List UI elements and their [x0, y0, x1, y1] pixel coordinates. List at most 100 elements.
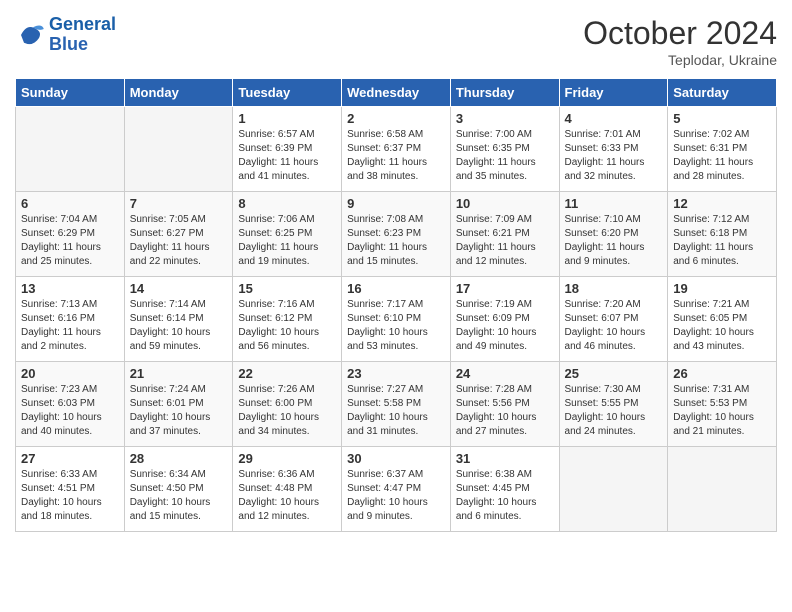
- day-info: Sunrise: 7:13 AMSunset: 6:16 PMDaylight:…: [21, 298, 119, 354]
- calendar-week-2: 6 Sunrise: 7:04 AMSunset: 6:29 PMDayligh…: [16, 192, 777, 277]
- col-header-friday: Friday: [559, 79, 668, 107]
- day-info: Sunrise: 7:21 AMSunset: 6:05 PMDaylight:…: [673, 298, 771, 354]
- day-info: Sunrise: 7:06 AMSunset: 6:25 PMDaylight:…: [238, 213, 336, 269]
- month-title: October 2024: [583, 15, 777, 52]
- day-number: 20: [21, 366, 119, 381]
- day-number: 17: [456, 281, 554, 296]
- calendar-cell: 11 Sunrise: 7:10 AMSunset: 6:20 PMDaylig…: [559, 192, 668, 277]
- calendar-week-5: 27 Sunrise: 6:33 AMSunset: 4:51 PMDaylig…: [16, 447, 777, 532]
- page-header: General Blue October 2024 Teplodar, Ukra…: [15, 15, 777, 68]
- title-block: October 2024 Teplodar, Ukraine: [583, 15, 777, 68]
- calendar-cell: 3 Sunrise: 7:00 AMSunset: 6:35 PMDayligh…: [450, 107, 559, 192]
- day-number: 6: [21, 196, 119, 211]
- day-number: 19: [673, 281, 771, 296]
- day-info: Sunrise: 6:34 AMSunset: 4:50 PMDaylight:…: [130, 468, 228, 524]
- calendar-cell: [16, 107, 125, 192]
- col-header-sunday: Sunday: [16, 79, 125, 107]
- day-number: 9: [347, 196, 445, 211]
- day-number: 16: [347, 281, 445, 296]
- day-info: Sunrise: 6:33 AMSunset: 4:51 PMDaylight:…: [21, 468, 119, 524]
- calendar-week-3: 13 Sunrise: 7:13 AMSunset: 6:16 PMDaylig…: [16, 277, 777, 362]
- day-info: Sunrise: 7:00 AMSunset: 6:35 PMDaylight:…: [456, 128, 554, 184]
- day-number: 2: [347, 111, 445, 126]
- col-header-tuesday: Tuesday: [233, 79, 342, 107]
- calendar-cell: 7 Sunrise: 7:05 AMSunset: 6:27 PMDayligh…: [124, 192, 233, 277]
- col-header-monday: Monday: [124, 79, 233, 107]
- day-number: 1: [238, 111, 336, 126]
- day-info: Sunrise: 7:30 AMSunset: 5:55 PMDaylight:…: [565, 383, 663, 439]
- day-info: Sunrise: 7:16 AMSunset: 6:12 PMDaylight:…: [238, 298, 336, 354]
- col-header-thursday: Thursday: [450, 79, 559, 107]
- day-number: 23: [347, 366, 445, 381]
- calendar-cell: 4 Sunrise: 7:01 AMSunset: 6:33 PMDayligh…: [559, 107, 668, 192]
- day-number: 28: [130, 451, 228, 466]
- calendar-cell: 2 Sunrise: 6:58 AMSunset: 6:37 PMDayligh…: [342, 107, 451, 192]
- day-number: 25: [565, 366, 663, 381]
- day-info: Sunrise: 6:37 AMSunset: 4:47 PMDaylight:…: [347, 468, 445, 524]
- day-info: Sunrise: 6:36 AMSunset: 4:48 PMDaylight:…: [238, 468, 336, 524]
- day-info: Sunrise: 7:10 AMSunset: 6:20 PMDaylight:…: [565, 213, 663, 269]
- calendar-cell: 5 Sunrise: 7:02 AMSunset: 6:31 PMDayligh…: [668, 107, 777, 192]
- day-number: 31: [456, 451, 554, 466]
- day-info: Sunrise: 7:14 AMSunset: 6:14 PMDaylight:…: [130, 298, 228, 354]
- day-info: Sunrise: 7:17 AMSunset: 6:10 PMDaylight:…: [347, 298, 445, 354]
- calendar-week-4: 20 Sunrise: 7:23 AMSunset: 6:03 PMDaylig…: [16, 362, 777, 447]
- day-number: 21: [130, 366, 228, 381]
- day-info: Sunrise: 7:01 AMSunset: 6:33 PMDaylight:…: [565, 128, 663, 184]
- location-subtitle: Teplodar, Ukraine: [583, 52, 777, 68]
- calendar-cell: 1 Sunrise: 6:57 AMSunset: 6:39 PMDayligh…: [233, 107, 342, 192]
- day-info: Sunrise: 7:28 AMSunset: 5:56 PMDaylight:…: [456, 383, 554, 439]
- day-number: 12: [673, 196, 771, 211]
- calendar-cell: 20 Sunrise: 7:23 AMSunset: 6:03 PMDaylig…: [16, 362, 125, 447]
- calendar-cell: 10 Sunrise: 7:09 AMSunset: 6:21 PMDaylig…: [450, 192, 559, 277]
- calendar-cell: 15 Sunrise: 7:16 AMSunset: 6:12 PMDaylig…: [233, 277, 342, 362]
- day-number: 30: [347, 451, 445, 466]
- col-header-saturday: Saturday: [668, 79, 777, 107]
- day-info: Sunrise: 7:20 AMSunset: 6:07 PMDaylight:…: [565, 298, 663, 354]
- logo-icon: [15, 20, 45, 50]
- day-info: Sunrise: 7:08 AMSunset: 6:23 PMDaylight:…: [347, 213, 445, 269]
- calendar-cell: [668, 447, 777, 532]
- day-number: 3: [456, 111, 554, 126]
- day-number: 29: [238, 451, 336, 466]
- calendar-cell: 27 Sunrise: 6:33 AMSunset: 4:51 PMDaylig…: [16, 447, 125, 532]
- calendar-cell: 9 Sunrise: 7:08 AMSunset: 6:23 PMDayligh…: [342, 192, 451, 277]
- calendar-cell: 16 Sunrise: 7:17 AMSunset: 6:10 PMDaylig…: [342, 277, 451, 362]
- calendar-week-1: 1 Sunrise: 6:57 AMSunset: 6:39 PMDayligh…: [16, 107, 777, 192]
- calendar-cell: 19 Sunrise: 7:21 AMSunset: 6:05 PMDaylig…: [668, 277, 777, 362]
- day-number: 15: [238, 281, 336, 296]
- day-info: Sunrise: 7:04 AMSunset: 6:29 PMDaylight:…: [21, 213, 119, 269]
- day-number: 11: [565, 196, 663, 211]
- day-info: Sunrise: 7:05 AMSunset: 6:27 PMDaylight:…: [130, 213, 228, 269]
- day-number: 22: [238, 366, 336, 381]
- calendar-cell: 29 Sunrise: 6:36 AMSunset: 4:48 PMDaylig…: [233, 447, 342, 532]
- calendar-cell: 6 Sunrise: 7:04 AMSunset: 6:29 PMDayligh…: [16, 192, 125, 277]
- calendar-cell: [559, 447, 668, 532]
- calendar-cell: [124, 107, 233, 192]
- day-number: 13: [21, 281, 119, 296]
- day-info: Sunrise: 7:12 AMSunset: 6:18 PMDaylight:…: [673, 213, 771, 269]
- day-number: 7: [130, 196, 228, 211]
- calendar-cell: 25 Sunrise: 7:30 AMSunset: 5:55 PMDaylig…: [559, 362, 668, 447]
- day-info: Sunrise: 6:38 AMSunset: 4:45 PMDaylight:…: [456, 468, 554, 524]
- calendar-cell: 13 Sunrise: 7:13 AMSunset: 6:16 PMDaylig…: [16, 277, 125, 362]
- calendar-cell: 12 Sunrise: 7:12 AMSunset: 6:18 PMDaylig…: [668, 192, 777, 277]
- day-number: 8: [238, 196, 336, 211]
- day-info: Sunrise: 7:19 AMSunset: 6:09 PMDaylight:…: [456, 298, 554, 354]
- calendar-cell: 22 Sunrise: 7:26 AMSunset: 6:00 PMDaylig…: [233, 362, 342, 447]
- day-number: 14: [130, 281, 228, 296]
- day-number: 26: [673, 366, 771, 381]
- day-info: Sunrise: 7:31 AMSunset: 5:53 PMDaylight:…: [673, 383, 771, 439]
- day-info: Sunrise: 7:24 AMSunset: 6:01 PMDaylight:…: [130, 383, 228, 439]
- day-number: 10: [456, 196, 554, 211]
- day-number: 18: [565, 281, 663, 296]
- calendar-cell: 21 Sunrise: 7:24 AMSunset: 6:01 PMDaylig…: [124, 362, 233, 447]
- calendar-cell: 30 Sunrise: 6:37 AMSunset: 4:47 PMDaylig…: [342, 447, 451, 532]
- day-info: Sunrise: 7:02 AMSunset: 6:31 PMDaylight:…: [673, 128, 771, 184]
- calendar-cell: 8 Sunrise: 7:06 AMSunset: 6:25 PMDayligh…: [233, 192, 342, 277]
- day-info: Sunrise: 6:58 AMSunset: 6:37 PMDaylight:…: [347, 128, 445, 184]
- calendar-cell: 17 Sunrise: 7:19 AMSunset: 6:09 PMDaylig…: [450, 277, 559, 362]
- day-info: Sunrise: 7:26 AMSunset: 6:00 PMDaylight:…: [238, 383, 336, 439]
- day-info: Sunrise: 7:23 AMSunset: 6:03 PMDaylight:…: [21, 383, 119, 439]
- col-header-wednesday: Wednesday: [342, 79, 451, 107]
